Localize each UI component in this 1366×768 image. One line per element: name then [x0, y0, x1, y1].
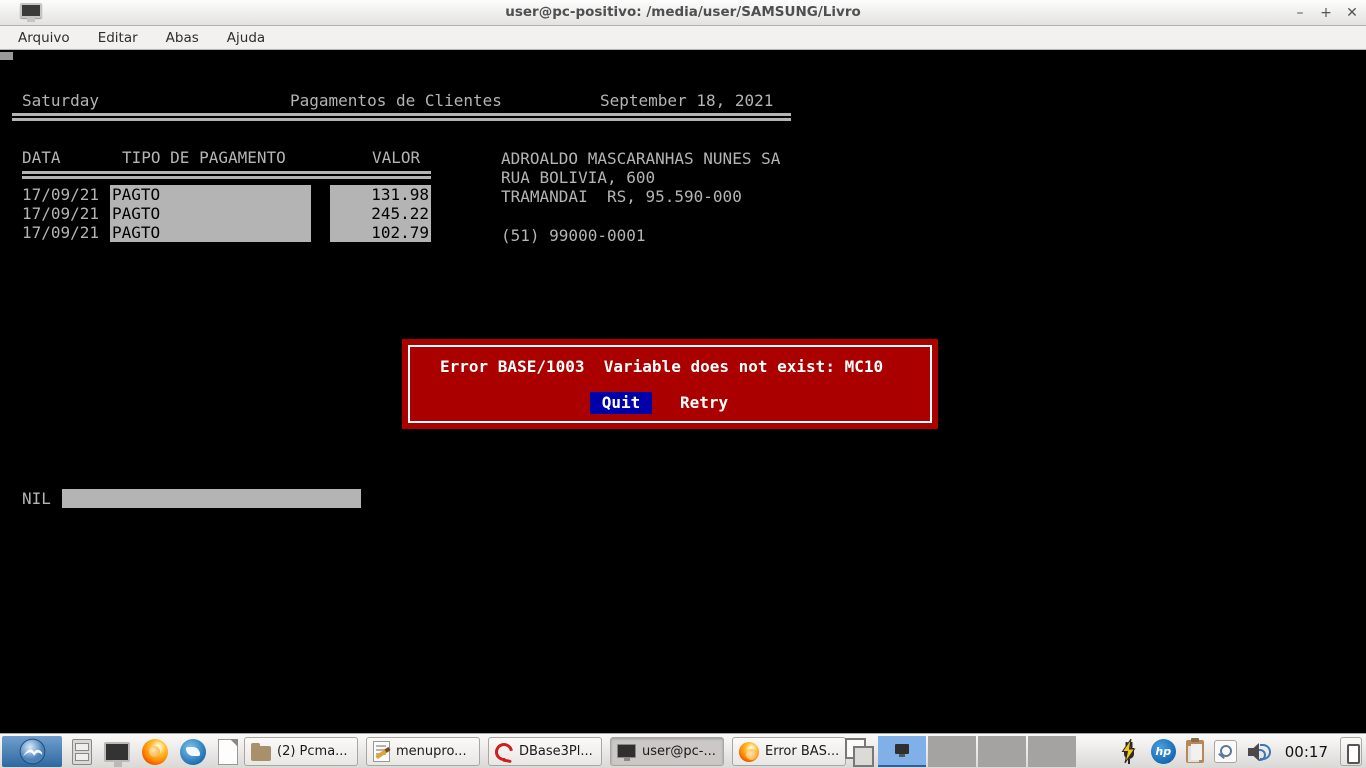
quick-launchers: [72, 734, 238, 768]
row-date: 17/09/21: [22, 204, 100, 224]
clipboard-icon[interactable]: [1185, 738, 1204, 763]
terminal-screen[interactable]: Saturday Pagamentos de Clientes Septembe…: [0, 50, 1366, 733]
menu-abas[interactable]: Abas: [156, 28, 209, 48]
show-desktop-button[interactable]: [1340, 737, 1362, 766]
input-field-highlight[interactable]: [62, 488, 361, 508]
workspace-4[interactable]: [1028, 736, 1076, 767]
thunderbird-icon[interactable]: [180, 738, 206, 765]
customer-name: ADROALDO MASCARANHAS NUNES SA: [501, 149, 781, 168]
text-editor-icon: [373, 741, 390, 762]
row-valor-cell: 131.98: [330, 184, 431, 204]
window-list-icon[interactable]: [845, 738, 874, 767]
workspace-3[interactable]: [978, 736, 1026, 767]
header-double-rule: [12, 113, 791, 121]
taskbar-window-pcmanfm[interactable]: (2) Pcma...: [244, 737, 358, 766]
taskbar: (2) Pcma... menupro... DBase3Pl... user@…: [0, 733, 1366, 768]
retry-button[interactable]: Retry: [680, 392, 728, 414]
customer-address: RUA BOLIVIA, 600: [501, 168, 656, 187]
error-message: Error BASE/1003 Variable does not exist:…: [440, 357, 884, 376]
customer-phone: (51) 99000-0001: [501, 226, 646, 245]
terminal-launcher-icon[interactable]: [104, 741, 130, 767]
nil-label: NIL: [22, 489, 51, 508]
volume-icon[interactable]: [1247, 741, 1273, 763]
row-date: 17/09/21: [22, 185, 100, 204]
customer-city: TRAMANDAI RS, 95.590-000: [501, 187, 742, 206]
error-dialog: Error BASE/1003 Variable does not exist:…: [402, 339, 938, 429]
menubar: Arquivo Editar Abas Ajuda: [0, 26, 1366, 50]
dbase-icon: [491, 738, 517, 765]
firefox-icon[interactable]: [142, 738, 168, 765]
taskbar-window-errorbase[interactable]: Error BAS...: [732, 737, 846, 766]
app-title: Pagamentos de Clientes: [290, 91, 502, 110]
system-tray: hp 00:17: [1117, 734, 1362, 768]
row-tipo-cell: PAGTO: [110, 204, 311, 224]
taskbar-window-terminal[interactable]: user@pc-...: [610, 737, 724, 766]
file-manager-icon[interactable]: [72, 738, 92, 765]
workspace-switcher: [878, 736, 1076, 767]
row-date: 17/09/21: [22, 223, 100, 243]
terminal-artifact-block: [0, 52, 13, 60]
menu-editar[interactable]: Editar: [88, 28, 148, 48]
quit-button[interactable]: Quit: [590, 392, 652, 414]
libreoffice-icon[interactable]: [218, 738, 238, 765]
workspace-2[interactable]: [928, 736, 976, 767]
folder-icon: [251, 742, 271, 761]
window-titlebar[interactable]: user@pc-positivo: /media/user/SAMSUNG/Li…: [0, 0, 1366, 26]
taskbar-window-menupro[interactable]: menupro...: [366, 737, 480, 766]
menu-ajuda[interactable]: Ajuda: [217, 28, 275, 48]
weekday-label: Saturday: [22, 91, 100, 110]
clock: 00:17: [1284, 742, 1328, 761]
firefox-icon: [739, 741, 759, 762]
terminal-icon: [617, 743, 636, 761]
minimize-button[interactable]: –: [1292, 4, 1308, 22]
workspace-1[interactable]: [878, 736, 926, 767]
mini-window-icon: [895, 744, 909, 757]
power-manager-icon[interactable]: [1117, 738, 1141, 766]
maximize-button[interactable]: +: [1318, 4, 1334, 22]
close-button[interactable]: ✕: [1344, 4, 1360, 22]
hp-tray-icon[interactable]: hp: [1150, 739, 1176, 764]
row-valor-cell: 102.79: [330, 223, 431, 243]
row-tipo-cell: PAGTO: [110, 223, 311, 243]
col-header-data: DATA: [22, 148, 61, 167]
row-valor-cell: 245.22: [330, 204, 431, 224]
start-menu-button[interactable]: [2, 736, 62, 767]
row-tipo-cell: PAGTO: [110, 184, 311, 204]
date-label: September 18, 2021: [600, 91, 774, 110]
col-header-valor: VALOR: [372, 148, 421, 167]
table-double-rule: [22, 171, 431, 179]
distro-logo-icon: [19, 738, 45, 765]
col-header-tipo: TIPO DE PAGAMENTO: [122, 148, 286, 167]
taskbar-window-dbase[interactable]: DBase3Pl...: [488, 737, 602, 766]
desktop: user@pc-positivo: /media/user/SAMSUNG/Li…: [0, 0, 1366, 768]
screenshot-icon[interactable]: [1213, 740, 1237, 763]
window-title: user@pc-positivo: /media/user/SAMSUNG/Li…: [505, 4, 861, 20]
menu-arquivo[interactable]: Arquivo: [8, 28, 80, 48]
